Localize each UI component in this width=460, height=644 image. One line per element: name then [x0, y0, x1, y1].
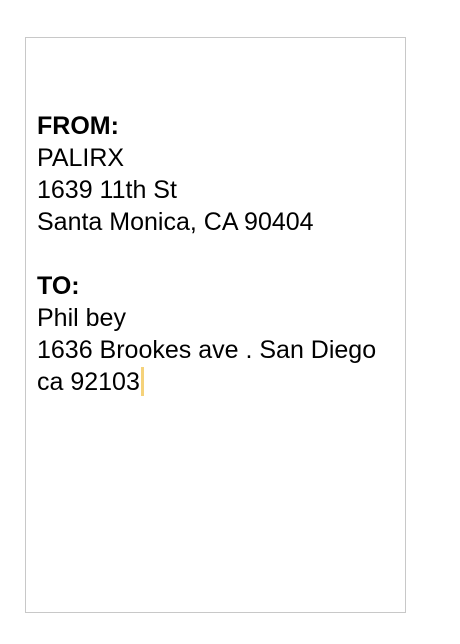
from-name: PALIRX — [37, 144, 125, 172]
text-cursor — [140, 367, 144, 396]
to-heading: TO: — [37, 272, 80, 300]
document-page[interactable]: FROM: PALIRX 1639 11th St Santa Monica, … — [25, 37, 406, 613]
from-street: 1639 11th St — [37, 176, 177, 204]
to-street: 1636 Brookes ave . San Diego — [37, 336, 377, 364]
from-heading: FROM: — [37, 112, 119, 140]
to-city-line: ca 92103 — [37, 368, 140, 396]
from-city-line: Santa Monica, CA 90404 — [37, 208, 314, 236]
to-name: Phil bey — [37, 304, 126, 332]
shipping-label-text[interactable]: FROM: PALIRX 1639 11th St Santa Monica, … — [37, 110, 376, 398]
to-city-line-row: ca 92103 — [37, 366, 376, 398]
